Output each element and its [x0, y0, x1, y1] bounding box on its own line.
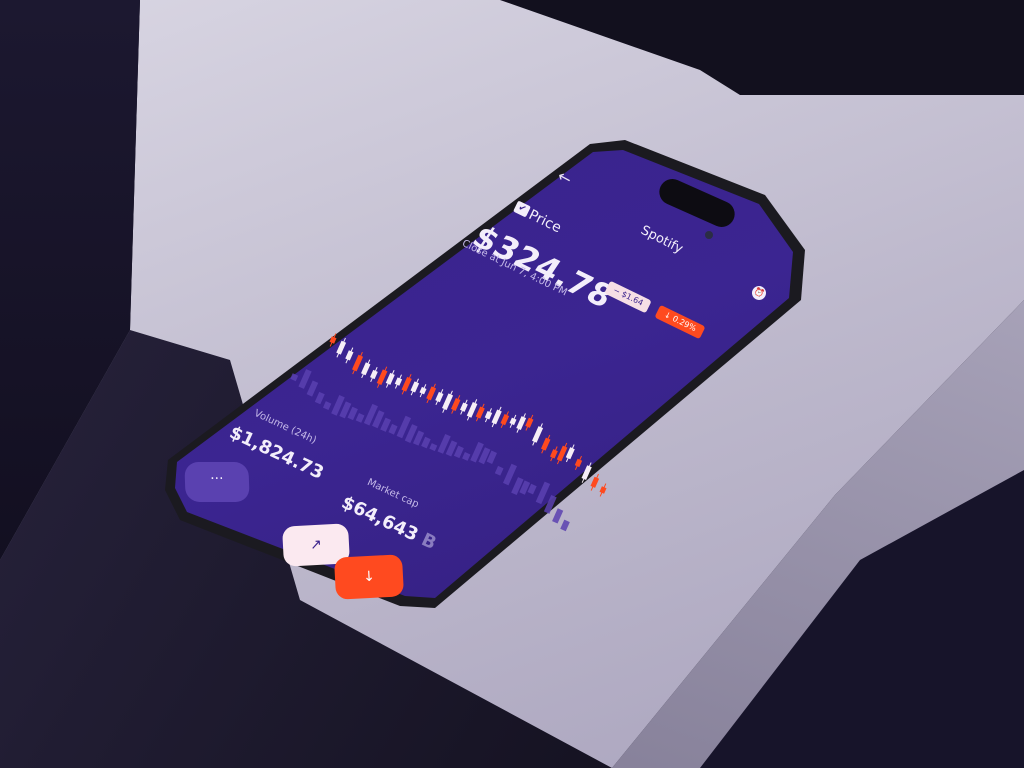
volume-bar [421, 436, 431, 449]
volume-bar [314, 391, 325, 405]
candle-wick [442, 390, 453, 413]
candle-wick [556, 442, 568, 465]
candle-wick [491, 406, 502, 428]
background-scene: ← ✔ Price Spotify $324.78 Close at Jun 7… [0, 0, 1024, 768]
volume-bar [462, 452, 471, 461]
volume-bar [543, 494, 557, 514]
candle-wick [376, 366, 388, 388]
candle-wick [516, 413, 526, 433]
candle-wick [451, 395, 461, 414]
volume-bar [380, 417, 392, 432]
candle-wick [581, 462, 592, 483]
volume-bar [494, 465, 504, 476]
candle-wick [541, 434, 551, 454]
candle-wick [401, 374, 412, 395]
candle-wick [336, 337, 346, 358]
candle-wick [466, 399, 478, 421]
volume-bar [306, 380, 319, 397]
volume-bar [322, 401, 332, 411]
volume-bar [388, 423, 398, 435]
more-button[interactable]: ··· [184, 462, 250, 502]
volume-bar [535, 481, 551, 505]
volume-bar [453, 445, 464, 459]
candle-wick [361, 359, 371, 379]
candle-wick [352, 351, 363, 375]
volume-bar [552, 508, 564, 524]
receive-button[interactable]: ↓ [333, 554, 405, 600]
volume-bar [290, 373, 299, 382]
candlestick-chart [290, 333, 607, 532]
volume-bar [298, 369, 312, 389]
volume-bar [502, 463, 518, 486]
phone: ← ✔ Price Spotify $324.78 Close at Jun 7… [165, 140, 805, 610]
volume-bar [355, 413, 365, 423]
volume-bar [560, 519, 570, 532]
candle-wick [426, 383, 436, 404]
candle-wick [532, 423, 543, 446]
volume-bar [429, 443, 438, 452]
